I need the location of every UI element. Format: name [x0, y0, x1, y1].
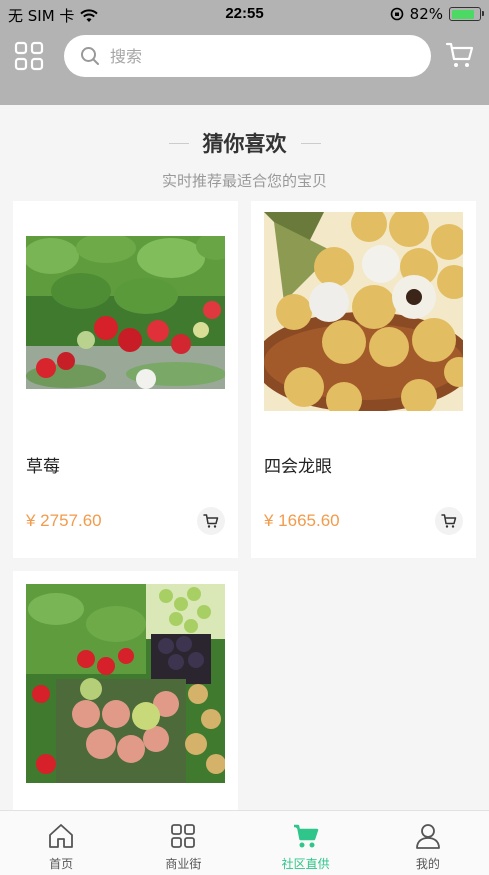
search-input[interactable]	[110, 46, 410, 66]
strawberry-photo	[26, 236, 225, 389]
fruit-collage-photo	[26, 584, 225, 783]
section-title-wrap: 猜你喜欢	[0, 128, 489, 158]
status-right: 82%	[390, 5, 484, 23]
user-icon	[415, 824, 440, 849]
cart-icon	[441, 514, 457, 528]
cart-icon	[293, 824, 318, 848]
home-icon	[49, 824, 74, 848]
product-price: ¥ 1665.60	[264, 511, 340, 530]
tab-label: 首页	[49, 857, 74, 871]
tab-bar: 首页 商业街 社区直供 我的	[0, 810, 489, 875]
product-card[interactable]	[13, 571, 238, 811]
cart-icon	[203, 514, 219, 528]
grid-icon[interactable]	[14, 41, 44, 71]
grid-icon	[171, 824, 196, 848]
add-to-cart-button[interactable]	[435, 507, 463, 535]
product-card[interactable]: 草莓 ¥ 2757.60	[13, 201, 238, 558]
tab-mine[interactable]: 我的	[367, 811, 489, 875]
tab-label: 我的	[415, 857, 440, 871]
longan-illustration	[264, 212, 463, 411]
fruit-collage-illustration	[26, 584, 225, 783]
header-bar: 无 SIM 卡 22:55 82%	[0, 0, 489, 105]
strawberry-illustration	[26, 236, 225, 389]
product-card[interactable]: 四会龙眼 ¥ 1665.60	[251, 201, 476, 558]
battery-percent: 82%	[409, 5, 443, 23]
tab-label: 商业街	[165, 857, 202, 871]
orientation-lock-icon	[390, 7, 403, 21]
product-name: 草莓	[26, 457, 60, 477]
section-title: 猜你喜欢	[168, 128, 321, 158]
product-price: ¥ 2757.60	[26, 511, 102, 530]
tab-label: 社区直供	[281, 857, 330, 871]
status-bar: 无 SIM 卡 22:55 82%	[0, 0, 489, 30]
tab-home[interactable]: 首页	[0, 811, 122, 875]
product-name: 四会龙眼	[264, 457, 332, 477]
search-bar[interactable]	[64, 35, 431, 77]
tab-community-direct[interactable]: 社区直供	[245, 811, 367, 875]
longan-photo	[264, 212, 463, 411]
cart-icon[interactable]	[445, 40, 475, 70]
battery-fill	[451, 9, 474, 19]
add-to-cart-button[interactable]	[197, 507, 225, 535]
search-icon	[81, 47, 99, 65]
tab-business-street[interactable]: 商业街	[122, 811, 244, 875]
battery-icon	[449, 7, 484, 21]
section-subtitle: 实时推荐最适合您的宝贝	[161, 172, 327, 190]
